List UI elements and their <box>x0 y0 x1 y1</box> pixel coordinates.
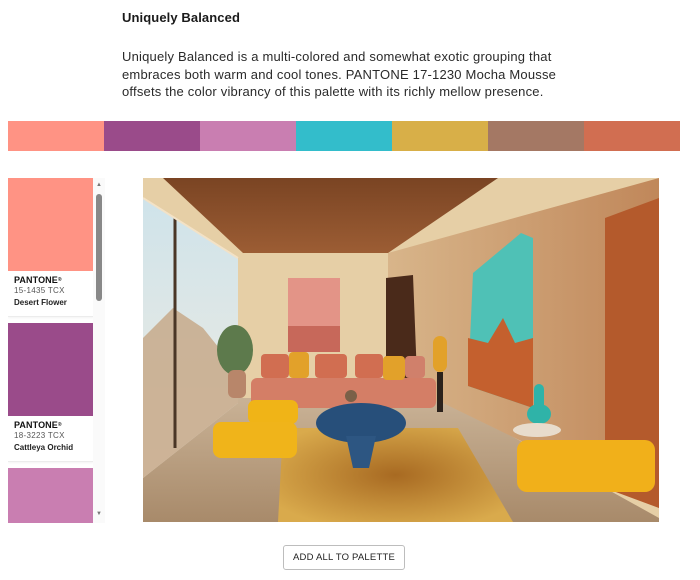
swatch-card-code: 18-3223 TCX <box>14 431 65 440</box>
swatch-list-scrollbar[interactable]: ▲ ▼ <box>93 178 105 523</box>
ottoman <box>213 422 297 458</box>
swatch-card-color <box>8 178 94 271</box>
swatch-card-brand: PANTONE® <box>14 420 62 430</box>
swatch-card-code: 15-1435 TCX <box>14 286 65 295</box>
room-illustration <box>143 178 659 522</box>
ottoman <box>248 400 298 424</box>
palette-swatch-cattleya-orchid[interactable] <box>104 121 200 151</box>
swatch-card[interactable] <box>8 468 94 523</box>
swatch-card-color <box>8 323 94 416</box>
add-all-to-palette-button[interactable]: ADD ALL TO PALETTE <box>283 545 405 570</box>
vase <box>345 390 357 402</box>
plant-pot <box>228 370 246 398</box>
palette-swatch-desert-flower[interactable] <box>8 121 104 151</box>
palette-swatch-4[interactable] <box>296 121 392 151</box>
swatch-card-name: Desert Flower <box>14 298 67 307</box>
swatch-card[interactable]: PANTONE® 15-1435 TCX Desert Flower <box>8 178 94 316</box>
cushion <box>261 354 289 378</box>
scrollbar-thumb[interactable] <box>96 194 102 301</box>
cushion <box>289 352 309 378</box>
cushion <box>355 354 383 378</box>
palette-swatch-3[interactable] <box>200 121 296 151</box>
scroll-up-arrow-icon[interactable]: ▲ <box>95 181 103 189</box>
interior-room-image <box>143 178 659 522</box>
cushion <box>383 356 405 380</box>
swatch-card-list[interactable]: PANTONE® 15-1435 TCX Desert Flower PANTO… <box>8 178 105 523</box>
cushion <box>405 356 425 378</box>
bench <box>517 440 655 492</box>
palette-description: Uniquely Balanced is a multi-colored and… <box>122 49 557 99</box>
palette-color-bar <box>8 121 680 151</box>
swatch-card-color <box>8 468 94 523</box>
swatch-card-name: Cattleya Orchid <box>14 443 74 452</box>
palette-swatch-mocha-mousse[interactable] <box>488 121 584 151</box>
side-table <box>513 423 561 437</box>
palette-swatch-7[interactable] <box>584 121 680 151</box>
scroll-down-arrow-icon[interactable]: ▼ <box>95 510 103 518</box>
swatch-card-brand: PANTONE® <box>14 275 62 285</box>
cushion <box>315 354 347 378</box>
plant <box>217 325 253 375</box>
swatch-card[interactable]: PANTONE® 18-3223 TCX Cattleya Orchid <box>8 323 94 461</box>
palette-title: Uniquely Balanced <box>122 10 241 25</box>
palette-swatch-5[interactable] <box>392 121 488 151</box>
lamp <box>433 336 447 372</box>
